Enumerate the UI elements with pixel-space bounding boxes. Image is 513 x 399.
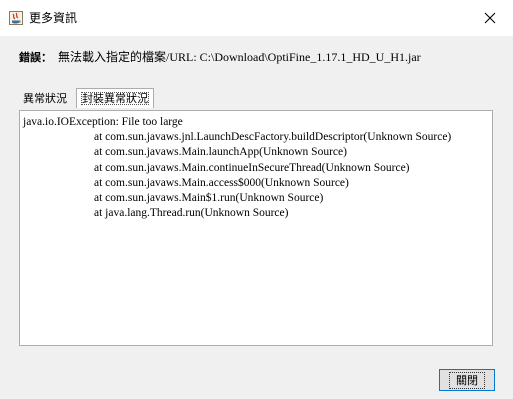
stack-frame: at com.sun.javaws.Main.access$000(Unknow… (94, 176, 349, 189)
tab-wrapped-exception[interactable]: 封裝異常狀況 (76, 88, 154, 108)
more-info-dialog: 更多資訊 錯誤： 無法載入指定的檔案/URL: C:\Download\OptiF… (0, 0, 513, 399)
window-close-button[interactable] (467, 0, 513, 36)
window-title: 更多資訊 (29, 11, 78, 25)
tab-exception[interactable]: 異常狀況 (19, 90, 71, 107)
tab-exception-label: 異常狀況 (23, 92, 67, 105)
error-label: 錯誤： (19, 51, 52, 64)
close-dialog-button-label: 關閉 (449, 371, 485, 389)
title-bar: 更多資訊 (0, 0, 513, 36)
stack-frame: at java.lang.Thread.run(Unknown Source) (94, 207, 289, 220)
stack-frame: at com.sun.javaws.Main.launchApp(Unknown… (94, 146, 347, 159)
java-app-icon (9, 10, 23, 25)
tab-wrapped-exception-label: 封裝異常狀況 (81, 92, 149, 105)
close-icon (484, 9, 496, 28)
stack-trace-text: java.io.IOException: File too large at c… (23, 115, 451, 221)
stack-trace-panel[interactable]: java.io.IOException: File too large at c… (19, 110, 493, 346)
error-message-line: 錯誤： 無法載入指定的檔案/URL: C:\Download\OptiFine_1… (19, 49, 421, 66)
exception-line: java.io.IOException: File too large (23, 116, 183, 128)
close-dialog-button[interactable]: 關閉 (439, 369, 495, 391)
stack-frame: at com.sun.javaws.Main$1.run(Unknown Sou… (94, 192, 324, 205)
stack-frame: at com.sun.javaws.Main.continueInSecureT… (94, 161, 410, 174)
error-message: 無法載入指定的檔案/URL: C:\Download\OptiFine_1.17… (58, 50, 421, 64)
stack-frame: at com.sun.javaws.jnl.LaunchDescFactory.… (94, 131, 452, 144)
